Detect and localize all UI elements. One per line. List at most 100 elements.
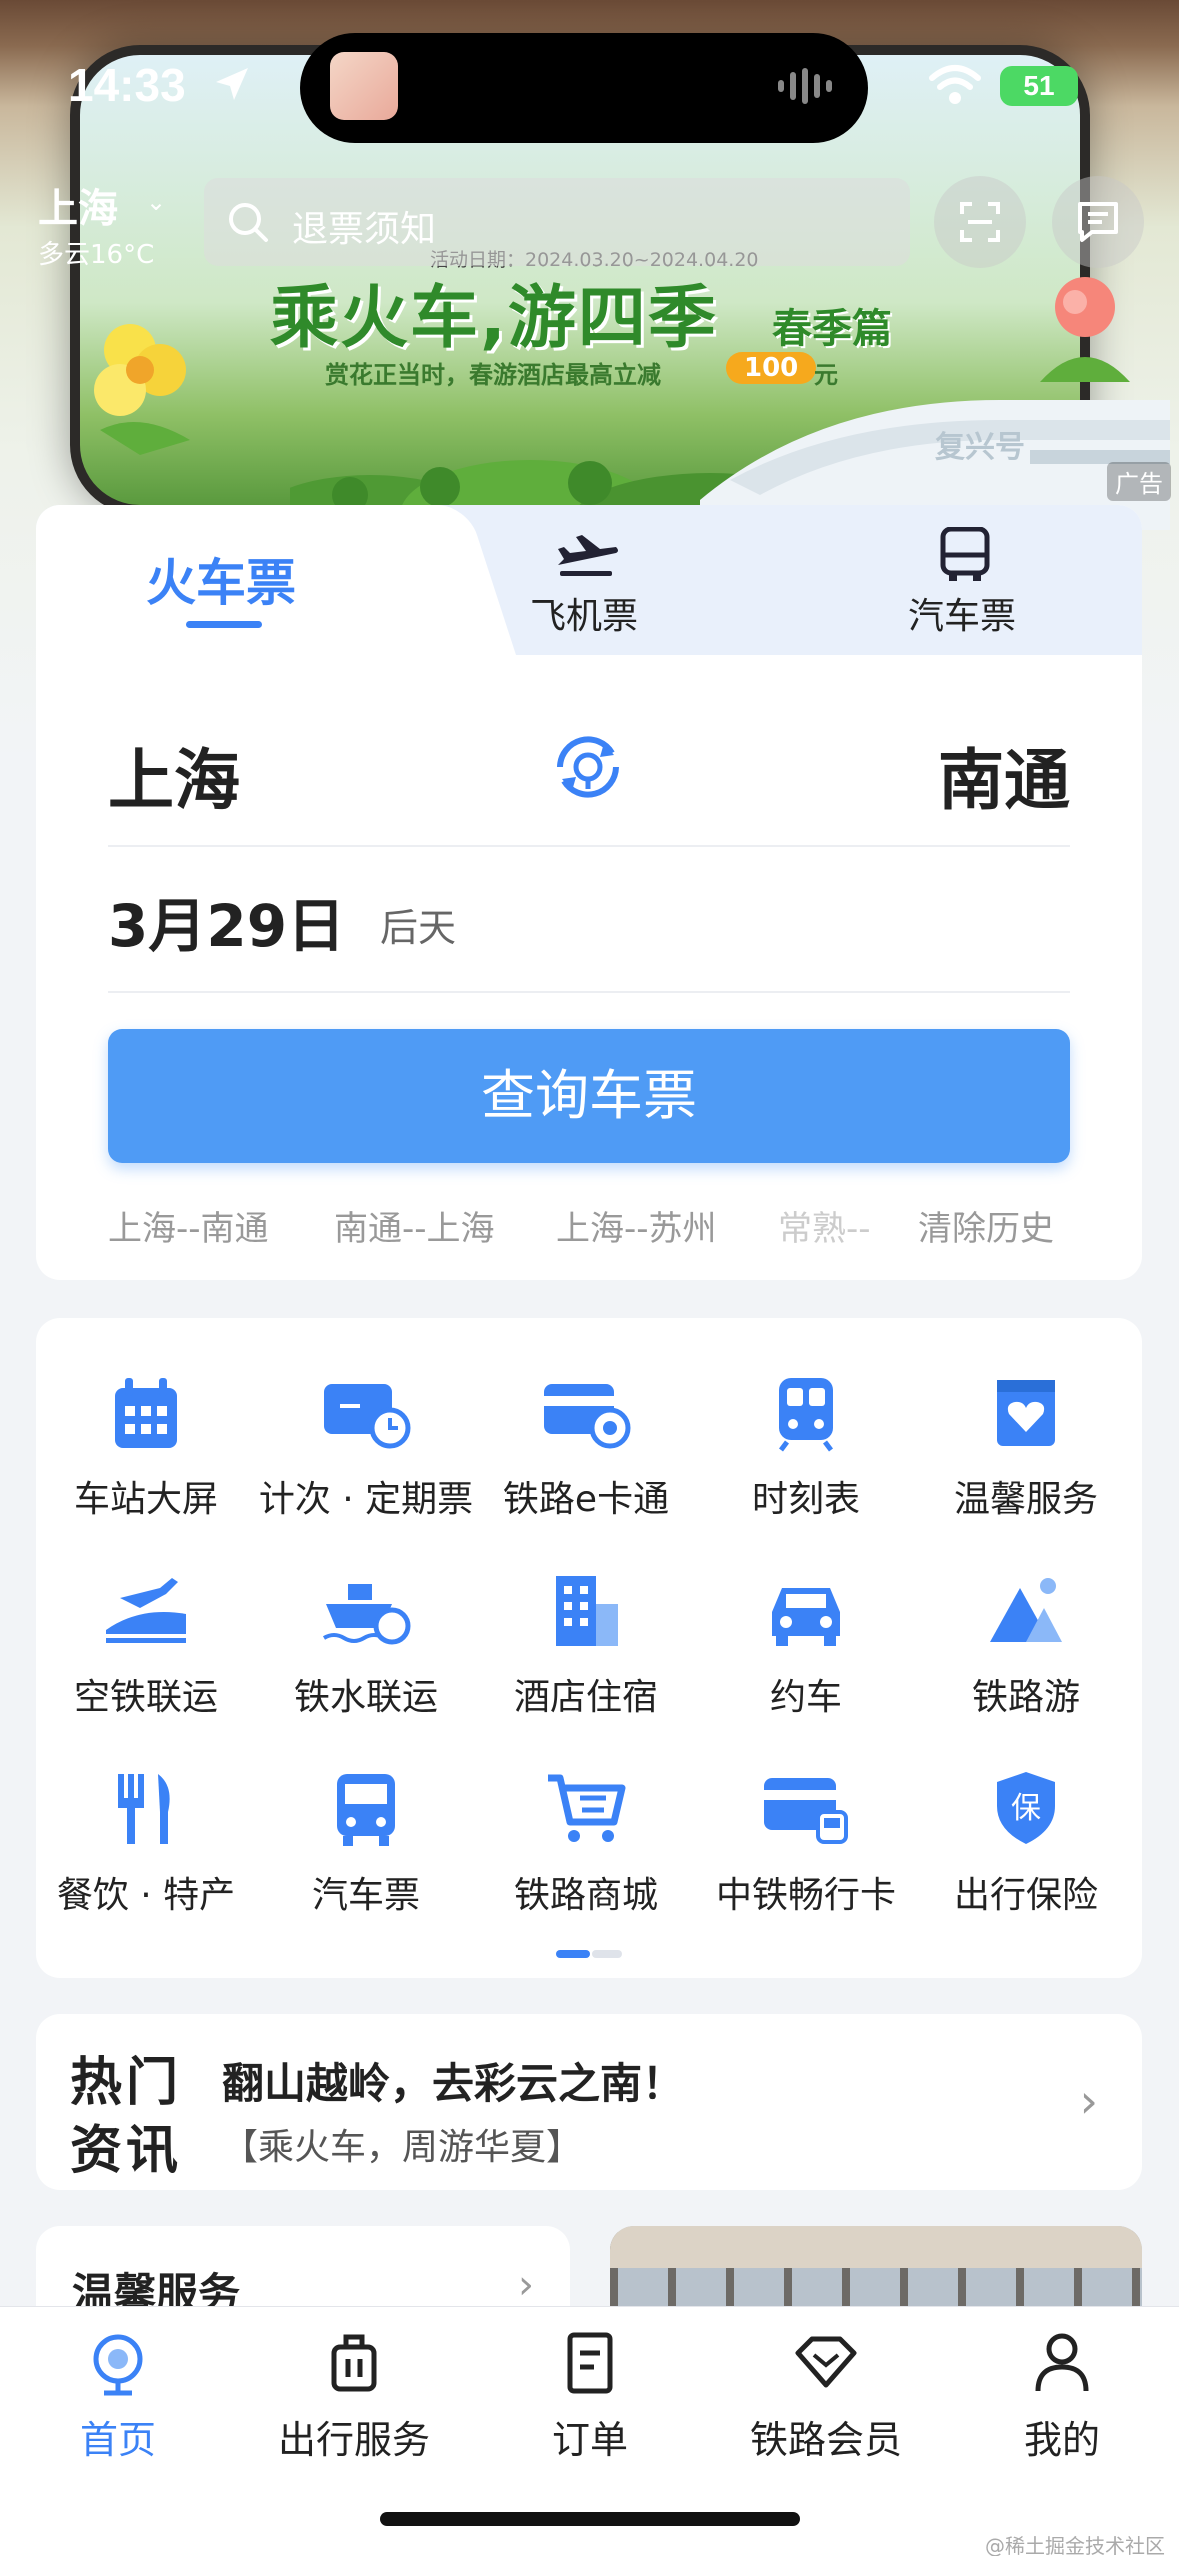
ticket-clock-icon: [324, 1384, 411, 1449]
date-hint: 后天: [380, 906, 457, 950]
history-item[interactable]: 上海--苏州: [556, 1201, 717, 1250]
service-label: 中铁畅行卡: [715, 1875, 896, 1916]
service-rail-card[interactable]: 中铁畅行卡: [696, 1766, 916, 1918]
news-subtitle: 【乘火车，周游华夏】: [222, 2127, 583, 2168]
message-icon: [1078, 202, 1118, 242]
bus-icon[interactable]: [939, 527, 991, 583]
ticket-search-card: 火车票 飞机票 汽车票 上海 南通 3月29日 后天 查询车票 上海--南通 南…: [36, 505, 1142, 1280]
service-e-card[interactable]: 铁路e卡通: [476, 1370, 696, 1522]
flower-left-icon: [94, 324, 190, 455]
pager-dot: [592, 1950, 622, 1958]
service-label: 计次 · 定期票: [258, 1479, 474, 1520]
swap-stations-icon[interactable]: [548, 727, 628, 807]
calendar-icon: [115, 1378, 177, 1448]
chevron-down-icon[interactable]: ⌄: [146, 188, 166, 216]
service-insurance[interactable]: 保 出行保险: [916, 1766, 1136, 1918]
scan-button[interactable]: [934, 176, 1026, 268]
flower-right-icon: [1040, 277, 1130, 382]
airplane-icon[interactable]: [556, 533, 620, 579]
mountain-icon: [990, 1578, 1062, 1642]
search-placeholder: 退票须知: [292, 209, 437, 250]
service-car[interactable]: 约车: [696, 1568, 916, 1720]
service-label: 铁路商城: [513, 1875, 658, 1916]
service-count-ticket[interactable]: 计次 · 定期票: [256, 1370, 476, 1522]
pager-active: [556, 1950, 590, 1958]
photo-roof: [610, 2226, 1142, 2268]
departure-date[interactable]: 3月29日: [108, 879, 345, 963]
city-selector[interactable]: 上海: [38, 176, 118, 234]
service-label: 汽车票: [311, 1875, 420, 1916]
tab-orders[interactable]: 订单: [472, 2329, 708, 2464]
island-thumbnail: [330, 52, 398, 120]
fork-knife-icon: [118, 1774, 170, 1844]
promo-subtitle: 赏花正当时，春游酒店最高立减: [325, 361, 661, 389]
promo-unit: 元: [814, 361, 838, 389]
query-tickets-button[interactable]: 查询车票: [108, 1029, 1070, 1163]
message-button[interactable]: [1052, 176, 1144, 268]
service-label: 车站大屏: [73, 1479, 218, 1520]
card-train-icon: [764, 1778, 848, 1844]
news-title: 翻山越岭，去彩云之南！: [222, 2059, 685, 2108]
tab-travel-service[interactable]: 出行服务: [236, 2329, 472, 2464]
status-time: 14:33: [68, 59, 186, 111]
scan-icon: [960, 202, 1000, 242]
service-rail-tour[interactable]: 铁路游: [916, 1568, 1136, 1720]
train-front-icon: [779, 1378, 833, 1452]
service-rail-water[interactable]: 铁水联运: [256, 1568, 476, 1720]
service-station-screen[interactable]: 车站大屏: [36, 1370, 256, 1522]
to-city[interactable]: 南通: [938, 727, 1070, 823]
battery-indicator: 51: [1000, 66, 1078, 106]
tab-underline: [186, 621, 262, 628]
search-bar[interactable]: 退票须知: [204, 178, 910, 266]
train-name: 复兴号: [935, 430, 1025, 465]
chevron-right-icon: ›: [1079, 2074, 1098, 2128]
service-label: 餐饮 · 特产: [56, 1875, 236, 1916]
home-indicator[interactable]: [380, 2512, 800, 2526]
service-warm[interactable]: 温馨服务: [916, 1370, 1136, 1522]
news-tag-line2: 资讯: [70, 2121, 183, 2181]
cart-icon: [548, 1774, 626, 1842]
tab-label: 我的: [1023, 2418, 1100, 2462]
service-mall[interactable]: 铁路商城: [476, 1766, 696, 1918]
history-item[interactable]: 南通--上海: [334, 1201, 495, 1250]
history-item[interactable]: 常熟--: [778, 1201, 871, 1250]
tab-home[interactable]: 首页: [0, 2329, 236, 2464]
service-label: 时刻表: [751, 1479, 860, 1520]
wifi-icon: [929, 65, 981, 104]
tab-flight[interactable]: 飞机票: [530, 587, 638, 639]
weather-text: 多云16°C: [38, 240, 155, 270]
tab-mine[interactable]: 我的: [944, 2329, 1179, 2464]
clear-history-button[interactable]: 清除历史: [918, 1201, 1054, 1250]
chevron-right-icon: ›: [518, 2262, 534, 2308]
hot-news-card[interactable]: 热门 资讯 翻山越岭，去彩云之南！ 【乘火车，周游华夏】 ›: [36, 2014, 1142, 2190]
tab-label: 订单: [551, 2418, 628, 2462]
service-label: 温馨服务: [953, 1479, 1098, 1520]
service-hotel[interactable]: 酒店住宿: [476, 1568, 696, 1720]
promo-title: 乘火车,游四季: [270, 279, 718, 358]
service-bus[interactable]: 汽车票: [256, 1766, 476, 1918]
divider: [108, 991, 1070, 993]
tab-bus[interactable]: 汽车票: [908, 587, 1016, 639]
watermark: @稀土掘金技术社区: [985, 2534, 1165, 2556]
services-grid: 车站大屏 计次 · 定期票 铁路e卡通 时刻表 温馨服务 空铁联运 铁水联运 酒…: [36, 1318, 1142, 1978]
service-label: 出行保险: [953, 1875, 1098, 1916]
tab-rail-member[interactable]: 铁路会员: [708, 2329, 944, 2464]
service-timetable[interactable]: 时刻表: [696, 1370, 916, 1522]
search-icon: [229, 203, 268, 242]
service-label: 约车: [769, 1677, 842, 1718]
heart-icon: [997, 1380, 1055, 1446]
service-food[interactable]: 餐饮 · 特产: [36, 1766, 256, 1918]
history-item[interactable]: 上海--南通: [108, 1201, 269, 1250]
service-air-rail[interactable]: 空铁联运: [36, 1568, 256, 1720]
plane-train-icon: [106, 1578, 186, 1643]
shield-icon: 保: [997, 1772, 1055, 1844]
tab-label: 首页: [79, 2418, 156, 2462]
promo-amount: 100: [726, 352, 817, 384]
luggage-icon: [331, 2334, 377, 2392]
ship-icon: [322, 1584, 411, 1645]
diamond-icon: [795, 2336, 857, 2388]
tab-train-label[interactable]: 火车票: [146, 543, 296, 615]
person-icon: [1035, 2333, 1089, 2392]
service-label: 酒店住宿: [513, 1677, 658, 1718]
from-city[interactable]: 上海: [108, 727, 240, 823]
